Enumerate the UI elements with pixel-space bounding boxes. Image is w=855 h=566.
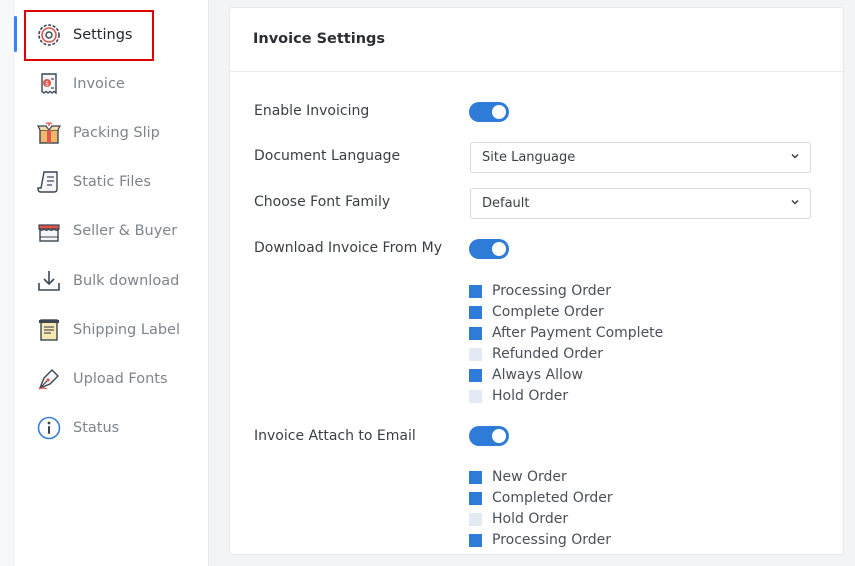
sidebar-item-label: Packing Slip — [73, 125, 160, 141]
card-header: Invoice Settings — [230, 8, 843, 72]
checkbox-label: Processing Order — [492, 532, 611, 548]
info-circle-icon — [34, 413, 64, 443]
checkbox-label: After Payment Complete — [492, 325, 664, 341]
sidebar-item-packing-slip[interactable]: Packing Slip — [34, 115, 160, 151]
checkbox-label: New Order — [492, 469, 567, 485]
sidebar-item-shipping-label[interactable]: Shipping Label — [34, 312, 180, 348]
chevron-down-icon — [791, 153, 799, 159]
checkbox[interactable] — [469, 512, 482, 526]
sidebar-item-bulk-download[interactable]: Bulk download — [34, 263, 179, 299]
invoice-settings-card: Invoice Settings Enable Invoicing Docume… — [229, 7, 844, 555]
document-language-label: Document Language — [254, 148, 401, 164]
settings-highlight-box — [24, 10, 154, 61]
pen-nib-icon — [34, 364, 64, 394]
sidebar-item-label: Shipping Label — [73, 322, 180, 338]
download-option-hold-order[interactable]: Hold Order — [469, 386, 568, 406]
page-title: Invoice Settings — [253, 31, 386, 47]
sidebar-item-seller-buyer[interactable]: Seller & Buyer — [34, 213, 177, 249]
sidebar-item-label: Static Files — [73, 174, 151, 190]
shipping-label-icon — [34, 315, 64, 345]
font-family-value: Default — [482, 196, 530, 211]
checkbox-label: Hold Order — [492, 511, 569, 527]
checkbox[interactable] — [469, 533, 482, 547]
attach-email-toggle[interactable] — [469, 426, 509, 446]
sidebar-item-static-files[interactable]: Static Files — [34, 164, 151, 200]
sidebar-item-label: Upload Fonts — [73, 371, 168, 387]
enable-invoicing-toggle[interactable] — [469, 102, 509, 122]
package-box-icon — [34, 118, 64, 148]
checkbox-label: Refunded Order — [492, 346, 604, 362]
storefront-icon — [34, 216, 64, 246]
download-option-always-allow[interactable]: Always Allow — [469, 365, 583, 385]
checkbox-label: Processing Order — [492, 283, 611, 299]
download-invoice-toggle[interactable] — [469, 239, 509, 259]
document-language-select[interactable]: Site Language — [470, 142, 811, 173]
email-option-new-order[interactable]: New Order — [469, 467, 567, 487]
svg-text:$: $ — [45, 81, 49, 88]
checkbox-label: Hold Order — [492, 388, 569, 404]
download-option-refunded-order[interactable]: Refunded Order — [469, 344, 603, 364]
attach-email-label: Invoice Attach to Email — [254, 428, 416, 444]
toggle-knob — [492, 242, 506, 256]
chevron-down-icon — [791, 199, 799, 205]
toggle-knob — [492, 105, 506, 119]
checkbox-label: Completed Order — [492, 490, 613, 506]
checkbox[interactable] — [469, 305, 482, 319]
download-option-complete-order[interactable]: Complete Order — [469, 302, 604, 322]
checkbox[interactable] — [469, 470, 482, 484]
left-edge-strip — [0, 0, 14, 566]
sidebar-item-status[interactable]: Status — [34, 410, 119, 446]
font-family-label: Choose Font Family — [254, 194, 391, 210]
download-tray-icon — [34, 266, 64, 296]
checkbox[interactable] — [469, 368, 482, 382]
font-family-select[interactable]: Default — [470, 188, 811, 219]
download-option-processing-order[interactable]: Processing Order — [469, 281, 611, 301]
checkbox-label: Always Allow — [492, 367, 583, 383]
download-invoice-label: Download Invoice From My — [254, 240, 443, 256]
invoice-receipt-icon: $ — [34, 69, 64, 99]
email-option-hold-order[interactable]: Hold Order — [469, 509, 568, 529]
email-option-processing-order[interactable]: Processing Order — [469, 530, 611, 550]
sidebar-item-label: Status — [73, 420, 120, 436]
sidebar-item-label: Invoice — [73, 76, 125, 92]
checkbox[interactable] — [469, 389, 482, 403]
checkbox[interactable] — [469, 326, 482, 340]
sidebar: Settings $ Invoice Packing Slip Static F… — [14, 0, 209, 566]
checkbox-label: Complete Order — [492, 304, 604, 320]
active-indicator — [14, 16, 17, 52]
sidebar-item-label: Bulk download — [73, 273, 180, 289]
scroll-document-icon — [34, 167, 64, 197]
sidebar-item-label: Seller & Buyer — [73, 223, 178, 239]
enable-invoicing-label: Enable Invoicing — [254, 103, 370, 119]
checkbox[interactable] — [469, 491, 482, 505]
sidebar-item-upload-fonts[interactable]: Upload Fonts — [34, 361, 168, 397]
download-option-after-payment-complete[interactable]: After Payment Complete — [469, 323, 663, 343]
email-option-completed-order[interactable]: Completed Order — [469, 488, 613, 508]
document-language-value: Site Language — [482, 150, 576, 165]
sidebar-item-invoice[interactable]: $ Invoice — [34, 66, 125, 102]
checkbox[interactable] — [469, 347, 482, 361]
toggle-knob — [492, 429, 506, 443]
checkbox[interactable] — [469, 284, 482, 298]
